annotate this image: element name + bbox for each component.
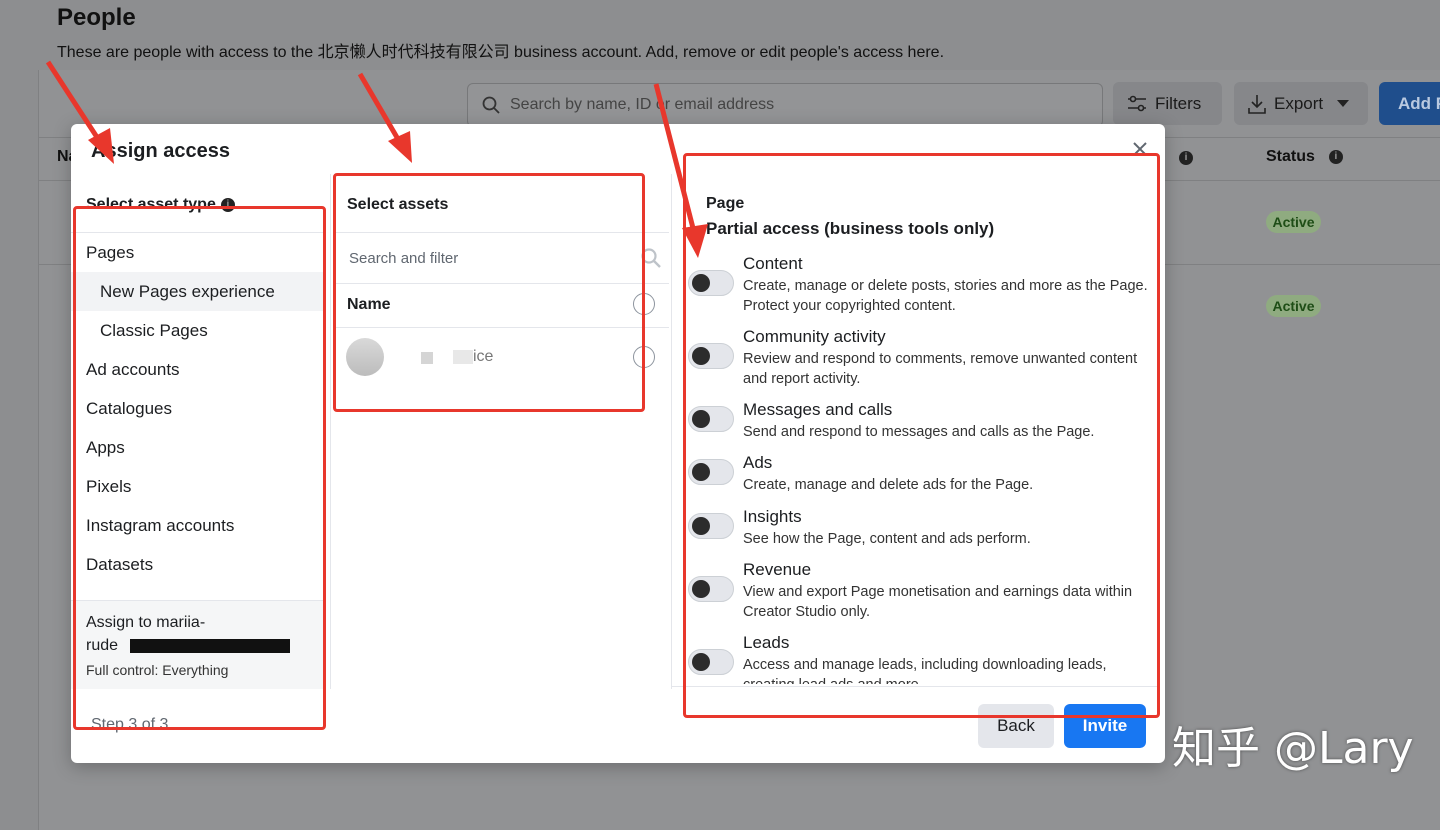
red-arrow-icon: [45, 60, 114, 164]
watermark: 知乎 @Lary: [1172, 723, 1414, 774]
annotation-arrows: [45, 60, 708, 258]
red-arrow-icon: [653, 83, 708, 258]
red-arrow-icon: [357, 72, 412, 163]
